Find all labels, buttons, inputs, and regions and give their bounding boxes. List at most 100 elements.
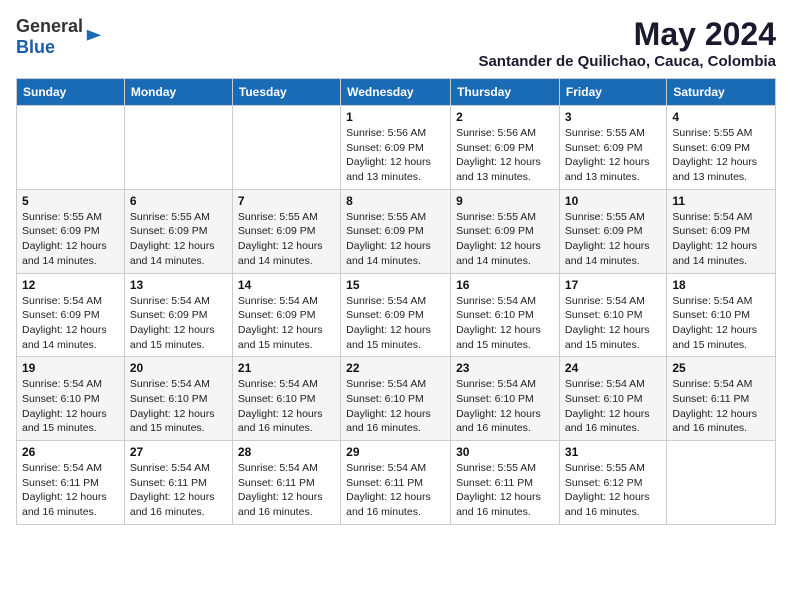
day-number: 6 [130,194,227,208]
day-number: 11 [672,194,770,208]
calendar-week-row: 19 Sunrise: 5:54 AM Sunset: 6:10 PM Dayli… [17,357,776,441]
day-number: 13 [130,278,227,292]
day-number: 26 [22,445,119,459]
day-number: 1 [346,110,445,124]
day-info: Sunrise: 5:54 AM Sunset: 6:10 PM Dayligh… [672,294,770,353]
day-number: 27 [130,445,227,459]
day-number: 10 [565,194,661,208]
month-title: May 2024 [478,16,776,53]
day-number: 18 [672,278,770,292]
day-number: 20 [130,361,227,375]
day-info: Sunrise: 5:54 AM Sunset: 6:09 PM Dayligh… [130,294,227,353]
header-sunday: Sunday [17,79,125,106]
page-container: General Blue May 2024 Santander de Quili… [16,16,776,525]
location-title: Santander de Quilichao, Cauca, Colombia [478,53,776,70]
day-info: Sunrise: 5:54 AM Sunset: 6:09 PM Dayligh… [22,294,119,353]
calendar-cell: 4Sunrise: 5:55 AM Sunset: 6:09 PM Daylig… [667,106,776,190]
header: General Blue May 2024 Santander de Quili… [16,16,776,70]
calendar-cell: 29Sunrise: 5:54 AM Sunset: 6:11 PM Dayli… [341,441,451,525]
calendar-week-row: 26 Sunrise: 5:54 AM Sunset: 6:11 PM Dayli… [17,441,776,525]
header-monday: Monday [124,79,232,106]
calendar-cell: 11 Sunrise: 5:54 AM Sunset: 6:09 PM Dayli… [667,189,776,273]
day-info: Sunrise: 5:54 AM Sunset: 6:10 PM Dayligh… [130,377,227,436]
header-friday: Friday [559,79,666,106]
calendar-table: Sunday Monday Tuesday Wednesday Thursday… [16,78,776,525]
day-number: 22 [346,361,445,375]
calendar-cell: 8 Sunrise: 5:55 AM Sunset: 6:09 PM Daylig… [341,189,451,273]
calendar-cell: 1 Sunrise: 5:56 AM Sunset: 6:09 PM Daylig… [341,106,451,190]
calendar-cell [17,106,125,190]
day-number: 3 [565,110,661,124]
calendar-cell: 26 Sunrise: 5:54 AM Sunset: 6:11 PM Dayli… [17,441,125,525]
calendar-cell: 22Sunrise: 5:54 AM Sunset: 6:10 PM Dayli… [341,357,451,441]
logo-blue: Blue [16,37,55,57]
header-wednesday: Wednesday [341,79,451,106]
calendar-cell [667,441,776,525]
calendar-cell: 19Sunrise: 5:54 AM Sunset: 6:10 PM Dayli… [17,357,125,441]
calendar-body: 1 Sunrise: 5:56 AM Sunset: 6:09 PM Daylig… [17,106,776,525]
day-info: Sunrise: 5:56 AM Sunset: 6:09 PM Dayligh… [346,126,445,185]
day-info: Sunrise: 5:55 AM Sunset: 6:09 PM Dayligh… [346,210,445,269]
day-number: 2 [456,110,554,124]
calendar-cell [232,106,340,190]
day-number: 19 [22,361,119,375]
calendar-cell [124,106,232,190]
logo: General Blue [16,16,103,58]
calendar-week-row: 12 Sunrise: 5:54 AM Sunset: 6:09 PM Dayli… [17,273,776,357]
calendar-week-row: 1 Sunrise: 5:56 AM Sunset: 6:09 PM Daylig… [17,106,776,190]
calendar-cell: 31 Sunrise: 5:55 AM Sunset: 6:12 PM Dayli… [559,441,666,525]
calendar-cell: 16Sunrise: 5:54 AM Sunset: 6:10 PM Dayli… [451,273,560,357]
day-info: Sunrise: 5:54 AM Sunset: 6:11 PM Dayligh… [22,461,119,520]
calendar-cell: 27 Sunrise: 5:54 AM Sunset: 6:11 PM Dayli… [124,441,232,525]
calendar-cell: 18 Sunrise: 5:54 AM Sunset: 6:10 PM Dayli… [667,273,776,357]
day-number: 21 [238,361,335,375]
calendar-cell: 5Sunrise: 5:55 AM Sunset: 6:09 PM Daylig… [17,189,125,273]
header-tuesday: Tuesday [232,79,340,106]
calendar-header: Sunday Monday Tuesday Wednesday Thursday… [17,79,776,106]
day-info: Sunrise: 5:54 AM Sunset: 6:11 PM Dayligh… [130,461,227,520]
calendar-cell: 13 Sunrise: 5:54 AM Sunset: 6:09 PM Dayli… [124,273,232,357]
day-number: 24 [565,361,661,375]
day-info: Sunrise: 5:54 AM Sunset: 6:10 PM Dayligh… [238,377,335,436]
day-info: Sunrise: 5:54 AM Sunset: 6:10 PM Dayligh… [456,294,554,353]
calendar-cell: 9 Sunrise: 5:55 AM Sunset: 6:09 PM Daylig… [451,189,560,273]
day-info: Sunrise: 5:54 AM Sunset: 6:09 PM Dayligh… [672,210,770,269]
calendar-cell: 21 Sunrise: 5:54 AM Sunset: 6:10 PM Dayli… [232,357,340,441]
day-number: 7 [238,194,335,208]
day-number: 5 [22,194,119,208]
calendar-cell: 25Sunrise: 5:54 AM Sunset: 6:11 PM Dayli… [667,357,776,441]
day-number: 30 [456,445,554,459]
day-number: 31 [565,445,661,459]
day-info: Sunrise: 5:55 AM Sunset: 6:11 PM Dayligh… [456,461,554,520]
calendar-cell: 14 Sunrise: 5:54 AM Sunset: 6:09 PM Dayli… [232,273,340,357]
calendar-cell: 15Sunrise: 5:54 AM Sunset: 6:09 PM Dayli… [341,273,451,357]
day-info: Sunrise: 5:54 AM Sunset: 6:09 PM Dayligh… [346,294,445,353]
calendar-cell: 30 Sunrise: 5:55 AM Sunset: 6:11 PM Dayli… [451,441,560,525]
calendar-cell: 24Sunrise: 5:54 AM Sunset: 6:10 PM Dayli… [559,357,666,441]
day-number: 14 [238,278,335,292]
calendar-cell: 20 Sunrise: 5:54 AM Sunset: 6:10 PM Dayli… [124,357,232,441]
logo-flag-icon [85,28,103,46]
day-info: Sunrise: 5:55 AM Sunset: 6:12 PM Dayligh… [565,461,661,520]
calendar-cell: 23Sunrise: 5:54 AM Sunset: 6:10 PM Dayli… [451,357,560,441]
day-number: 9 [456,194,554,208]
calendar-cell: 2Sunrise: 5:56 AM Sunset: 6:09 PM Daylig… [451,106,560,190]
day-info: Sunrise: 5:54 AM Sunset: 6:11 PM Dayligh… [672,377,770,436]
logo-text: General Blue [16,16,83,58]
day-info: Sunrise: 5:54 AM Sunset: 6:11 PM Dayligh… [238,461,335,520]
day-info: Sunrise: 5:55 AM Sunset: 6:09 PM Dayligh… [238,210,335,269]
day-info: Sunrise: 5:54 AM Sunset: 6:09 PM Dayligh… [238,294,335,353]
day-number: 17 [565,278,661,292]
header-row: Sunday Monday Tuesday Wednesday Thursday… [17,79,776,106]
logo-general: General [16,16,83,36]
calendar-cell: 10Sunrise: 5:55 AM Sunset: 6:09 PM Dayli… [559,189,666,273]
day-number: 12 [22,278,119,292]
header-thursday: Thursday [451,79,560,106]
day-info: Sunrise: 5:55 AM Sunset: 6:09 PM Dayligh… [565,126,661,185]
calendar-cell: 7 Sunrise: 5:55 AM Sunset: 6:09 PM Daylig… [232,189,340,273]
day-info: Sunrise: 5:55 AM Sunset: 6:09 PM Dayligh… [130,210,227,269]
day-number: 23 [456,361,554,375]
calendar-cell: 6 Sunrise: 5:55 AM Sunset: 6:09 PM Daylig… [124,189,232,273]
day-number: 8 [346,194,445,208]
day-info: Sunrise: 5:55 AM Sunset: 6:09 PM Dayligh… [456,210,554,269]
